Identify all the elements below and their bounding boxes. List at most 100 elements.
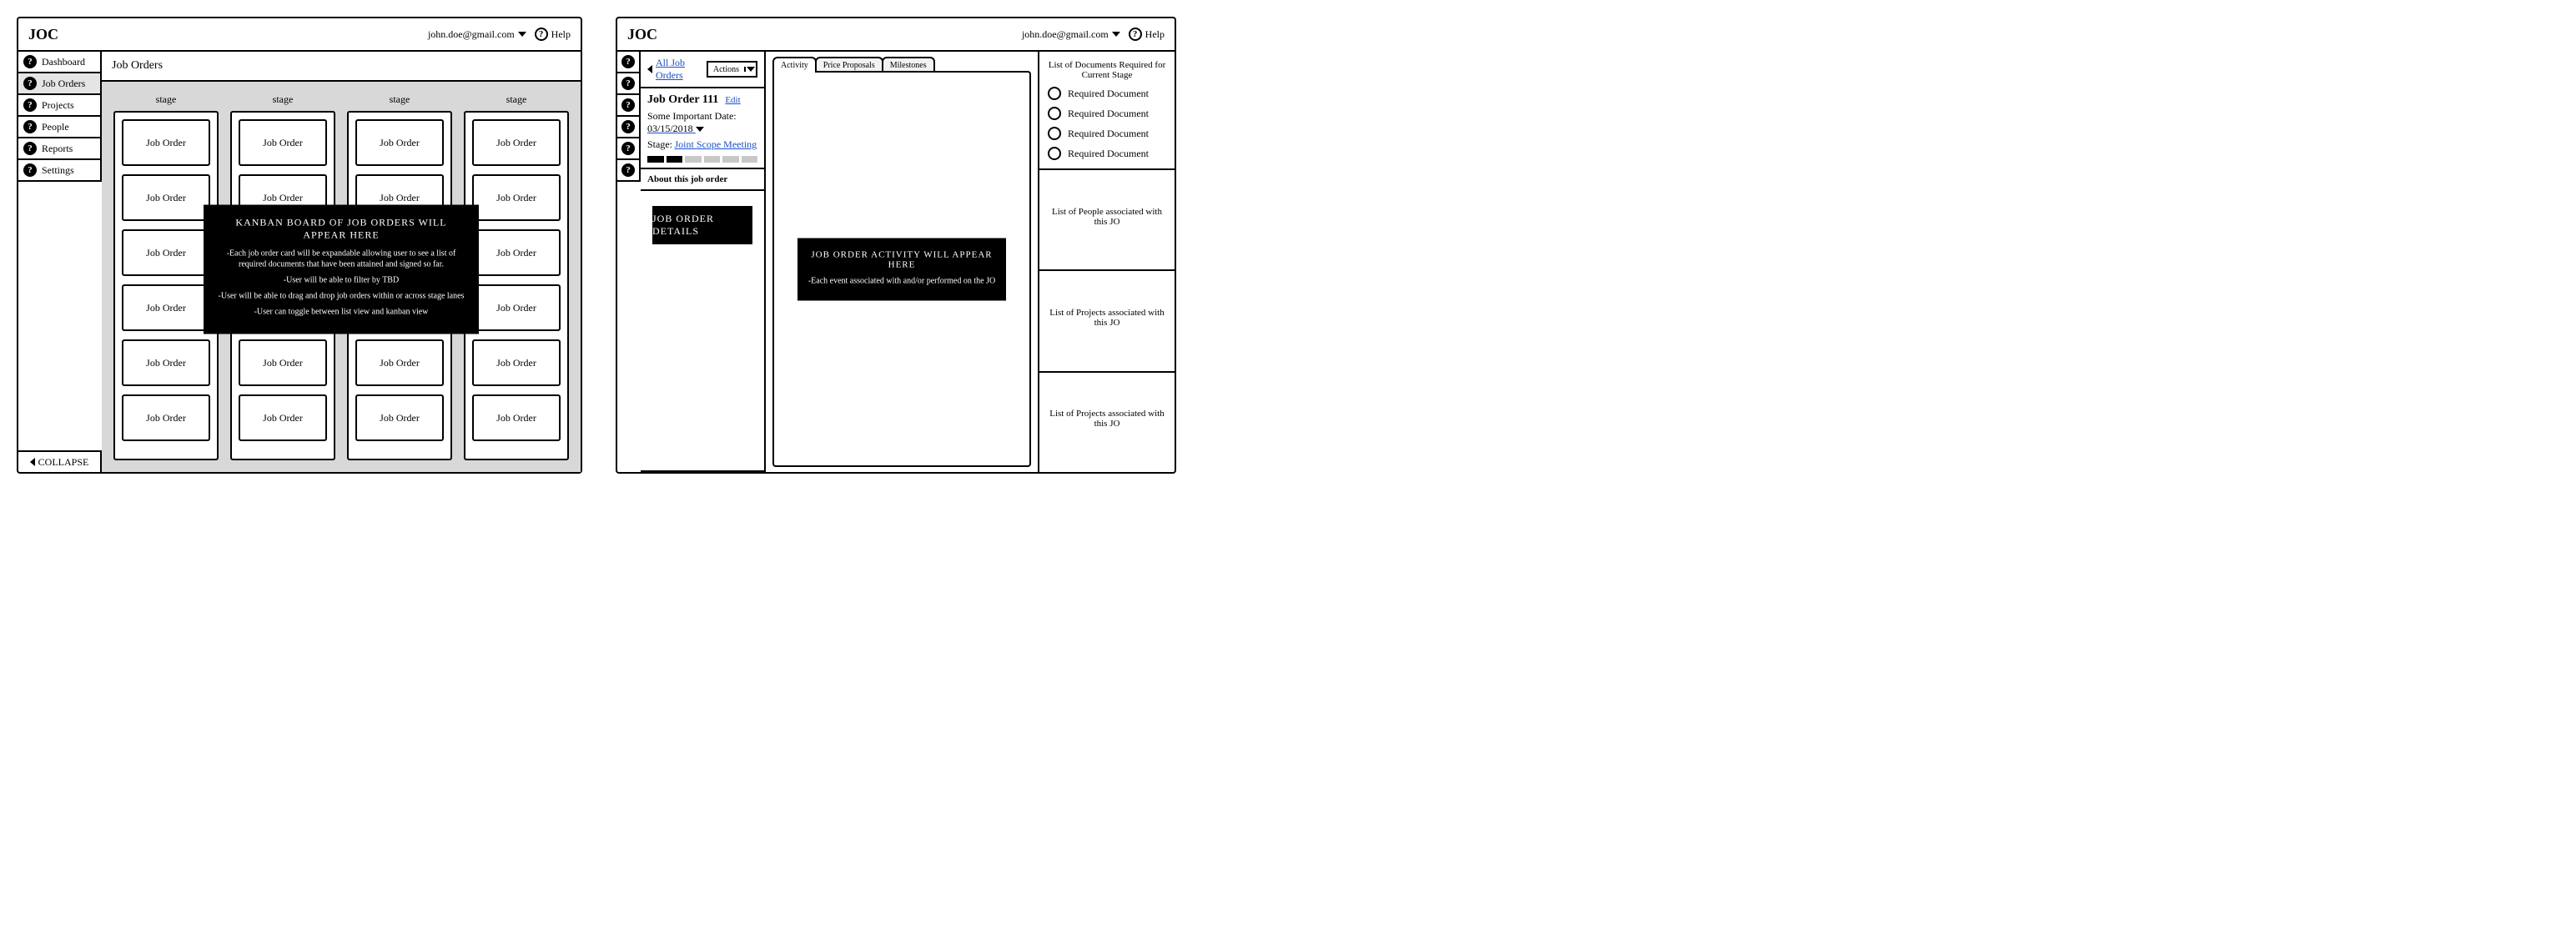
job-order-card[interactable]: Job Order (355, 339, 444, 386)
panel-title: List of Projects associated with this JO (1048, 409, 1166, 429)
kanban-overlay: KANBAN BOARD OF JOB ORDERS WILL APPEAR H… (204, 204, 479, 334)
sidebar-item-people[interactable]: ? People (18, 117, 102, 138)
sidebar-icon-reports[interactable]: ? (617, 138, 641, 160)
document-item[interactable]: Required Document (1048, 107, 1166, 120)
job-order-card[interactable]: Job Order (239, 119, 327, 166)
job-order-card[interactable]: Job Order (472, 394, 561, 441)
caret-down-icon (696, 127, 704, 132)
job-order-card[interactable]: Job Order (472, 339, 561, 386)
job-order-card[interactable]: Job Order (122, 174, 210, 221)
job-order-summary-column: All Job Orders Actions Job Order 111 Edi… (641, 52, 766, 472)
stage-link[interactable]: Joint Scope Meeting (675, 138, 757, 150)
radio-icon (1048, 127, 1061, 140)
document-item[interactable]: Required Document (1048, 127, 1166, 140)
panel-title: List of Projects associated with this JO (1048, 308, 1166, 328)
job-order-card[interactable]: Job Order (122, 284, 210, 331)
help-link[interactable]: ? Help (1129, 28, 1165, 41)
job-order-card[interactable]: Job Order (239, 394, 327, 441)
stage-progress (647, 156, 757, 163)
back-link-label: All Job Orders (656, 57, 707, 82)
progress-segment (667, 156, 683, 163)
question-icon: ? (23, 98, 37, 112)
panel-title: List of People associated with this JO (1048, 207, 1166, 227)
window-job-order-detail: JOC john.doe@gmail.com ? Help ? ? ? ? ? … (616, 17, 1176, 474)
caret-down-icon (518, 32, 526, 37)
collapse-button[interactable]: COLLAPSE (18, 450, 102, 472)
sidebar-icon-job-orders[interactable]: ? (617, 73, 641, 95)
job-order-card[interactable]: Job Order (472, 229, 561, 276)
date-picker[interactable]: 03/15/2018 (647, 123, 696, 134)
user-menu[interactable]: john.doe@gmail.com (428, 28, 526, 41)
kanban-board: stage Job Order Job Order Job Order Job … (102, 82, 581, 472)
activity-overlay: JOB ORDER ACTIVITY WILL APPEAR HERE -Eac… (797, 238, 1006, 300)
help-label: Help (551, 28, 571, 41)
user-email: john.doe@gmail.com (1022, 28, 1109, 41)
help-link[interactable]: ? Help (535, 28, 571, 41)
question-icon: ? (23, 55, 37, 68)
collapse-label: COLLAPSE (38, 456, 89, 469)
job-order-card[interactable]: Job Order (122, 339, 210, 386)
question-icon: ? (621, 98, 635, 112)
user-email: john.doe@gmail.com (428, 28, 515, 41)
back-link[interactable]: All Job Orders (647, 57, 707, 82)
help-label: Help (1145, 28, 1165, 41)
lane-body[interactable]: Job Order Job Order Job Order Job Order … (464, 111, 569, 460)
sidebar-item-dashboard[interactable]: ? Dashboard (18, 52, 102, 73)
question-icon: ? (621, 163, 635, 177)
edit-link[interactable]: Edit (725, 95, 740, 105)
progress-segment (742, 156, 758, 163)
progress-segment (685, 156, 702, 163)
sidebar-icon-people[interactable]: ? (617, 117, 641, 138)
job-order-card[interactable]: Job Order (472, 284, 561, 331)
question-icon: ? (23, 120, 37, 133)
job-order-card[interactable]: Job Order (122, 119, 210, 166)
lane-title: stage (156, 93, 177, 106)
projects-panel-2: List of Projects associated with this JO (1039, 373, 1175, 472)
job-order-card[interactable]: Job Order (472, 119, 561, 166)
job-order-card[interactable]: Job Order (122, 394, 210, 441)
sidebar-icon-settings[interactable]: ? (617, 160, 641, 182)
main-content: Job Orders stage Job Order Job Order Job… (102, 52, 581, 472)
sidebar-item-label: Reports (42, 143, 73, 155)
caret-down-icon (1112, 32, 1120, 37)
overlay-line: -Each job order card will be expandable … (217, 248, 465, 269)
people-panel: List of People associated with this JO (1039, 170, 1175, 271)
document-item[interactable]: Required Document (1048, 87, 1166, 100)
sidebar-icon-dashboard[interactable]: ? (617, 52, 641, 73)
job-order-details-placeholder: JOB ORDER DETAILS (652, 206, 752, 244)
job-order-card[interactable]: Job Order (472, 174, 561, 221)
chevron-left-icon (647, 65, 652, 73)
sidebar-item-reports[interactable]: ? Reports (18, 138, 102, 160)
kanban-lane: stage Job Order Job Order Job Order Job … (464, 93, 569, 460)
about-title: About this job order (641, 169, 764, 191)
about-section: About this job order JOB ORDER DETAILS (641, 169, 766, 472)
question-icon: ? (23, 163, 37, 177)
job-order-card[interactable]: Job Order (122, 229, 210, 276)
sidebar-item-label: Dashboard (42, 56, 85, 68)
question-icon: ? (23, 142, 37, 155)
panel-title: List of Documents Required for Current S… (1048, 60, 1166, 80)
job-order-card[interactable]: Job Order (355, 119, 444, 166)
window-job-orders-list: JOC john.doe@gmail.com ? Help ? Dashboar… (17, 17, 582, 474)
job-order-card[interactable]: Job Order (239, 339, 327, 386)
sidebar-item-job-orders[interactable]: ? Job Orders (18, 73, 102, 95)
tabs-column: Activity Price Proposals Milestones JOB … (766, 52, 1039, 472)
progress-segment (647, 156, 664, 163)
sidebar-icon-projects[interactable]: ? (617, 95, 641, 117)
user-menu[interactable]: john.doe@gmail.com (1022, 28, 1120, 41)
sidebar-item-label: Job Orders (42, 78, 85, 90)
job-order-card[interactable]: Job Order (355, 394, 444, 441)
document-item[interactable]: Required Document (1048, 147, 1166, 160)
projects-panel: List of Projects associated with this JO (1039, 271, 1175, 372)
sidebar-item-projects[interactable]: ? Projects (18, 95, 102, 117)
tab-activity[interactable]: Activity (772, 57, 817, 73)
question-icon: ? (621, 55, 635, 68)
tab-panel: JOB ORDER ACTIVITY WILL APPEAR HERE -Eac… (772, 71, 1031, 467)
page-title: Job Orders (102, 52, 581, 82)
sidebar-item-settings[interactable]: ? Settings (18, 160, 102, 182)
actions-label: Actions (708, 65, 744, 74)
actions-dropdown[interactable]: Actions (707, 61, 757, 78)
topbar: JOC john.doe@gmail.com ? Help (18, 18, 581, 52)
question-icon: ? (621, 120, 635, 133)
question-icon: ? (23, 77, 37, 90)
